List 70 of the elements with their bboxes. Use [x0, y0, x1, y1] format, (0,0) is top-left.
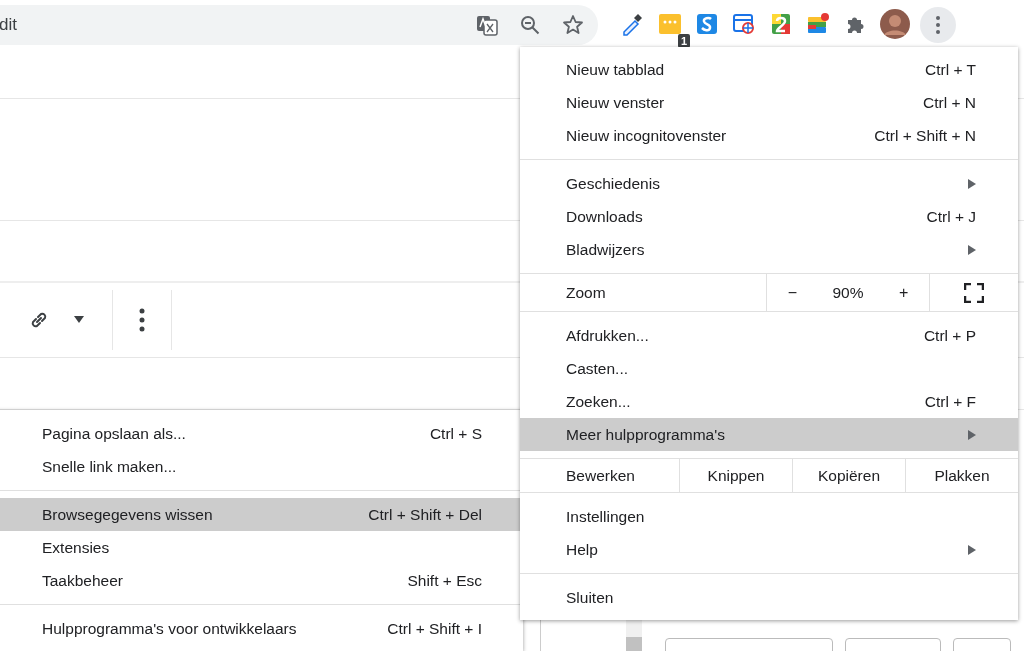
menu-item[interactable]: Snelle link maken...: [0, 450, 523, 483]
menu-item-label: Snelle link maken...: [42, 457, 178, 476]
menu-item[interactable]: Nieuw venster Ctrl + N: [520, 86, 1018, 119]
shortcut-text: Shift + Esc: [407, 571, 482, 590]
translate-icon[interactable]: [476, 14, 498, 36]
window-globe-icon[interactable]: [732, 12, 756, 35]
badge-count: 1: [677, 33, 690, 48]
menu-item[interactable]: Extensies: [0, 531, 523, 564]
menu-item[interactable]: Bladwijzers: [520, 233, 1018, 266]
menu-button[interactable]: [920, 7, 956, 43]
menu-item[interactable]: Geschiedenis: [520, 167, 1018, 200]
shortcut-text: Ctrl + F: [924, 392, 976, 411]
zoom-out-button[interactable]: −: [781, 279, 804, 306]
menu-item-label: Browsegegevens wissen: [42, 505, 214, 524]
menu-item-label: Extensies: [42, 538, 111, 557]
menu-item-label: Instellingen: [566, 507, 646, 526]
fullscreen-icon: [964, 282, 984, 303]
zoom-in-button[interactable]: +: [892, 279, 915, 306]
menu-item-label: Afdrukken...: [566, 326, 650, 345]
menu-item-label: Hulpprogramma's voor ontwikkelaars: [42, 619, 298, 638]
menu-item[interactable]: Pagina opslaan als... Ctrl + S: [0, 417, 523, 450]
shortcut-text: Ctrl + P: [923, 326, 976, 345]
menu-item[interactable]: Browsegegevens wissen Ctrl + Shift + Del: [0, 498, 523, 531]
menu-item[interactable]: Nieuw incognitovenster Ctrl + Shift + N: [520, 119, 1018, 152]
menu-item-label: Nieuw venster: [566, 93, 666, 112]
shortcut-text: Ctrl + Shift + Del: [368, 505, 482, 524]
menu-item-label: Help: [566, 540, 599, 559]
bookmark-star-icon[interactable]: [562, 14, 584, 36]
address-text: dit: [0, 15, 18, 35]
menu-item-label: Taakbeheer: [42, 571, 124, 590]
menu-item-label: Meer hulpprogramma's: [566, 425, 726, 444]
menu-item-label: Zoeken...: [566, 392, 632, 411]
menu-item[interactable]: Downloads Ctrl + J: [520, 200, 1018, 233]
menu-item[interactable]: Sluiten: [520, 581, 1018, 614]
menu-item[interactable]: Help: [520, 533, 1018, 566]
shortcut-text: Ctrl + N: [923, 93, 976, 112]
menu-item-label: Zoom: [565, 282, 607, 303]
menu-item-label: Bewerken: [565, 465, 636, 486]
zoom-value: 90%: [832, 283, 864, 302]
avatar-icon[interactable]: [880, 8, 910, 39]
menu-item-label: Nieuw tabblad: [566, 60, 666, 79]
menu-item-label: Geschiedenis: [566, 174, 661, 193]
shortcut-text: Ctrl + S: [429, 424, 482, 443]
more-vertical-icon[interactable]: [139, 308, 145, 332]
eyedropper-icon[interactable]: [620, 11, 644, 36]
shortcut-text: Ctrl + Shift + N: [874, 126, 976, 145]
letter-s-icon[interactable]: [696, 12, 718, 35]
more-vertical-icon: [936, 16, 940, 34]
menu-item-label: Nieuw incognitovenster: [566, 126, 728, 145]
menu-item-label: Casten...: [566, 359, 630, 378]
stacked-blocks-icon[interactable]: [806, 12, 830, 35]
shortcut-text: Ctrl + T: [925, 60, 976, 79]
menu-item[interactable]: Meer hulpprogramma's: [520, 418, 1018, 451]
menu-item-label: Downloads: [566, 207, 644, 226]
menu-item[interactable]: Hulpprogramma's voor ontwikkelaars Ctrl + Shift + I: [0, 612, 523, 645]
address-bar[interactable]: dit: [0, 5, 598, 45]
zoom-out-icon[interactable]: [520, 15, 540, 35]
menu-item-label: Pagina opslaan als...: [42, 424, 187, 443]
caret-icon[interactable]: [74, 316, 84, 324]
menu-item[interactable]: Afdrukken... Ctrl + P: [520, 319, 1018, 352]
menu-item[interactable]: Nieuw tabblad Ctrl + T: [520, 53, 1018, 86]
menu-item-label: Sluiten: [566, 588, 615, 607]
colorful-document-icon[interactable]: [770, 12, 792, 35]
shortcut-text: Ctrl + J: [926, 207, 976, 226]
menu-item[interactable]: Zoeken... Ctrl + F: [520, 385, 1018, 418]
menu-item[interactable]: Instellingen: [520, 500, 1018, 533]
menu-item[interactable]: Casten...: [520, 352, 1018, 385]
menu-item-label: Bladwijzers: [566, 240, 646, 259]
menu-item[interactable]: Taakbeheer Shift + Esc: [0, 564, 523, 597]
shortcut-text: Ctrl + Shift + I: [387, 619, 482, 638]
